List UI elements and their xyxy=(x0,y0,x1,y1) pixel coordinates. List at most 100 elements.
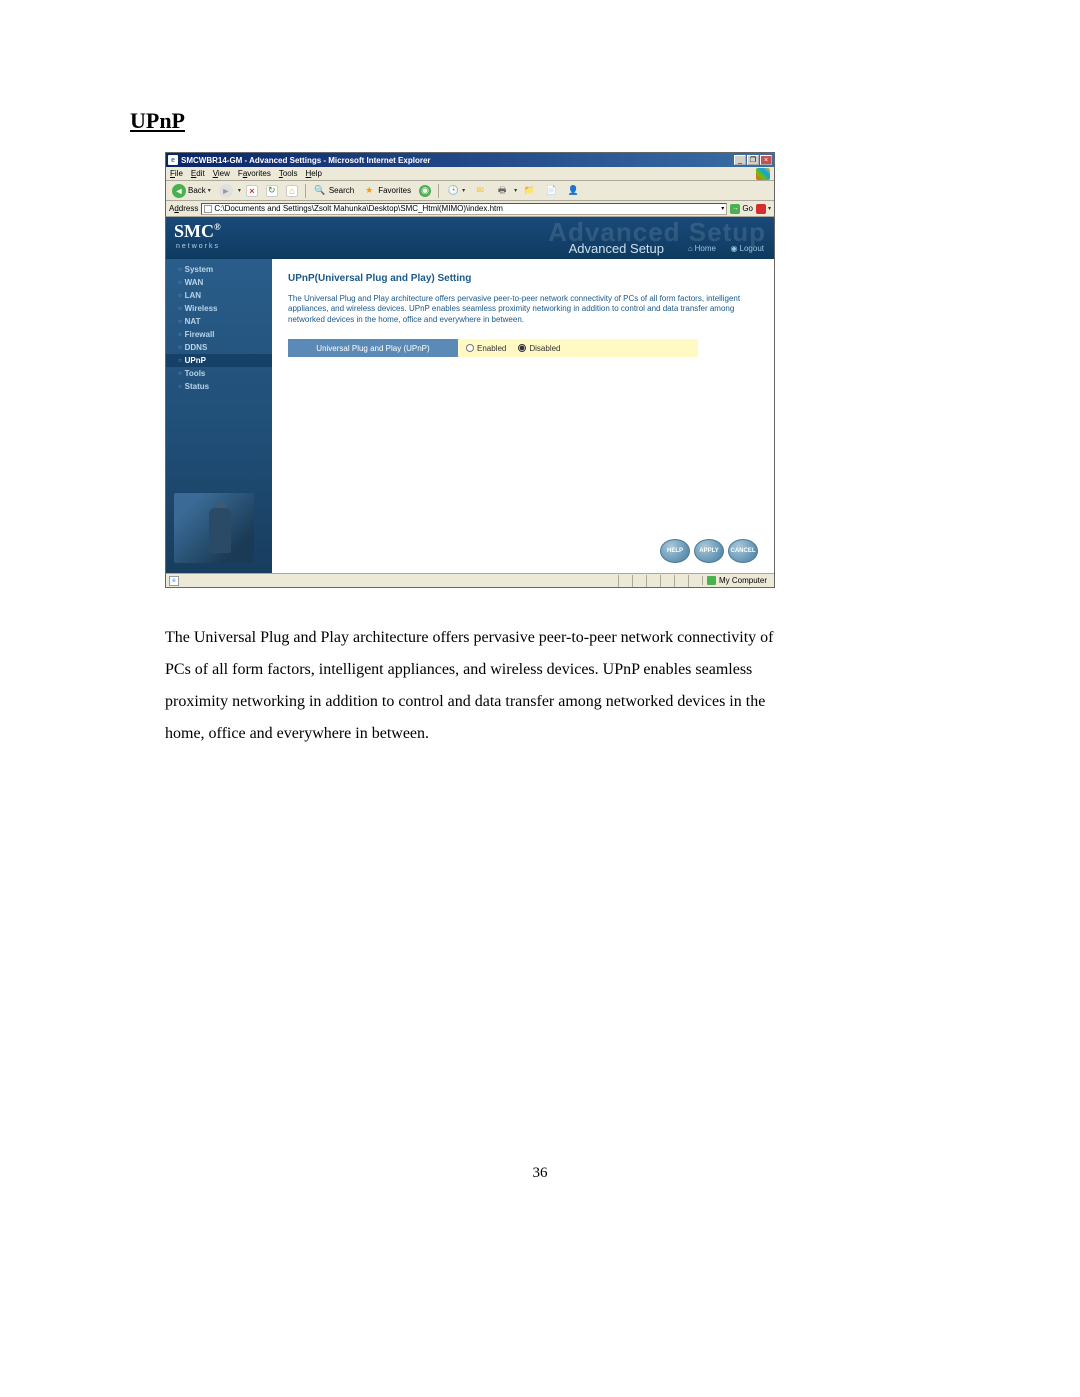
done-icon: e xyxy=(169,576,179,586)
smc-logo: SMC® xyxy=(174,221,221,242)
mail-button[interactable]: ✉ xyxy=(470,183,490,199)
media-button[interactable]: ◉ xyxy=(416,184,434,198)
menu-bar: File Edit View Favorites Tools Help xyxy=(166,167,774,181)
panel-title: UPnP(Universal Plug and Play) Setting xyxy=(288,273,758,284)
forward-icon: ► xyxy=(219,184,233,198)
sidebar-item-status[interactable]: ○Status xyxy=(166,380,272,393)
bullet-icon: ○ xyxy=(178,358,182,364)
status-cells xyxy=(618,575,702,587)
disabled-radio[interactable] xyxy=(518,344,526,352)
messenger-icon: 👤 xyxy=(566,184,580,198)
window-title: SMCWBR14-GM - Advanced Settings - Micros… xyxy=(181,156,734,165)
star-icon: ★ xyxy=(362,184,376,198)
search-button[interactable]: 🔍Search xyxy=(310,183,357,199)
print-dropdown[interactable]: ▾ xyxy=(514,187,517,194)
help-button[interactable]: HELP xyxy=(660,539,690,563)
menu-help[interactable]: Help xyxy=(306,169,322,178)
stop-button[interactable]: × xyxy=(243,184,261,198)
brand-subtext: Networks xyxy=(176,243,220,250)
menu-file[interactable]: File xyxy=(170,169,183,178)
bullet-icon: ○ xyxy=(178,293,182,299)
apply-button[interactable]: APPLY xyxy=(694,539,724,563)
bullet-icon: ○ xyxy=(178,280,182,286)
messenger-button[interactable]: 👤 xyxy=(563,183,583,199)
ie-icon: e xyxy=(168,155,178,165)
history-button[interactable]: 🕒▾ xyxy=(443,183,468,199)
sidebar-item-wireless[interactable]: ○Wireless xyxy=(166,302,272,315)
toolbar-separator xyxy=(438,184,439,198)
links-icon xyxy=(756,204,766,214)
logout-icon: ◉ xyxy=(731,244,738,253)
home-button[interactable]: ⌂ xyxy=(283,184,301,198)
discuss-icon: 📄 xyxy=(544,184,558,198)
refresh-button[interactable]: ↻ xyxy=(263,184,281,198)
address-input[interactable]: C:\Documents and Settings\Zsolt Mahunka\… xyxy=(201,203,727,215)
print-icon: 🖶 xyxy=(495,184,509,198)
windows-flag-icon xyxy=(756,168,770,180)
menu-tools[interactable]: Tools xyxy=(279,169,298,178)
close-button[interactable]: × xyxy=(760,155,772,165)
sidebar-item-firewall[interactable]: ○Firewall xyxy=(166,328,272,341)
sidebar-item-ddns[interactable]: ○DDNS xyxy=(166,341,272,354)
favorites-button[interactable]: ★Favorites xyxy=(359,183,414,199)
folder-icon: 📁 xyxy=(522,184,536,198)
bullet-icon: ○ xyxy=(178,345,182,351)
bullet-icon: ○ xyxy=(178,371,182,377)
sidebar-decorative-image xyxy=(174,493,254,563)
links-button[interactable]: ▾ xyxy=(756,204,771,214)
sidebar-item-lan[interactable]: ○LAN xyxy=(166,289,272,302)
address-bar: Address C:\Documents and Settings\Zsolt … xyxy=(166,201,774,217)
sidebar-item-tools[interactable]: ○Tools xyxy=(166,367,272,380)
address-text: C:\Documents and Settings\Zsolt Mahunka\… xyxy=(214,204,719,213)
setting-value: Enabled Disabled xyxy=(458,339,698,357)
window-title-bar: e SMCWBR14-GM - Advanced Settings - Micr… xyxy=(166,153,774,167)
print-button[interactable]: 🖶 xyxy=(492,183,512,199)
address-label: Address xyxy=(169,204,198,213)
web-content: SMC® Networks Advanced Setup Advanced Se… xyxy=(166,217,774,573)
search-icon: 🔍 xyxy=(313,184,327,198)
refresh-icon: ↻ xyxy=(266,185,278,197)
status-bar: e My Computer xyxy=(166,573,774,587)
sidebar-item-wan[interactable]: ○WAN xyxy=(166,276,272,289)
cancel-button[interactable]: CANCEL xyxy=(728,539,758,563)
enabled-radio-label[interactable]: Enabled xyxy=(466,344,506,353)
forward-button[interactable]: ► xyxy=(216,183,236,199)
page-number: 36 xyxy=(533,1165,548,1182)
go-button[interactable]: →Go xyxy=(730,204,753,214)
main-panel: UPnP(Universal Plug and Play) Setting Th… xyxy=(272,259,774,573)
bullet-icon: ○ xyxy=(178,384,182,390)
bullet-icon: ○ xyxy=(178,319,182,325)
document-body-text: The Universal Plug and Play architecture… xyxy=(165,622,785,750)
menu-view[interactable]: View xyxy=(213,169,230,178)
mail-icon: ✉ xyxy=(473,184,487,198)
logout-link[interactable]: ◉Logout xyxy=(731,244,764,253)
menu-favorites[interactable]: Favorites xyxy=(238,169,271,178)
address-dropdown-icon[interactable]: ▾ xyxy=(721,205,724,212)
discuss-button[interactable]: 📄 xyxy=(541,183,561,199)
maximize-button[interactable]: ❐ xyxy=(747,155,759,165)
back-button[interactable]: ◄Back▾ xyxy=(169,183,214,199)
bullet-icon: ○ xyxy=(178,306,182,312)
history-icon: 🕒 xyxy=(446,184,460,198)
go-icon: → xyxy=(730,204,740,214)
bullet-icon: ○ xyxy=(178,267,182,273)
home-link[interactable]: ⌂Home xyxy=(688,244,716,253)
stop-icon: × xyxy=(246,185,258,197)
my-computer-icon xyxy=(707,576,716,585)
menu-edit[interactable]: Edit xyxy=(191,169,205,178)
back-icon: ◄ xyxy=(172,184,186,198)
forward-dropdown[interactable]: ▾ xyxy=(238,187,241,194)
sidebar-item-upnp[interactable]: ○UPnP xyxy=(166,354,272,367)
sidebar-nav: ○System ○WAN ○LAN ○Wireless ○NAT ○Firewa… xyxy=(166,259,272,573)
panel-description: The Universal Plug and Play architecture… xyxy=(288,294,758,325)
zone-label: My Computer xyxy=(719,576,767,585)
disabled-radio-label[interactable]: Disabled xyxy=(518,344,560,353)
edit-button[interactable]: 📁 xyxy=(519,183,539,199)
security-zone: My Computer xyxy=(702,576,771,585)
minimize-button[interactable]: _ xyxy=(734,155,746,165)
toolbar: ◄Back▾ ► ▾ × ↻ ⌂ 🔍Search ★Favorites ◉ 🕒▾… xyxy=(166,181,774,201)
sidebar-item-nat[interactable]: ○NAT xyxy=(166,315,272,328)
router-header: SMC® Networks Advanced Setup Advanced Se… xyxy=(166,217,774,259)
enabled-radio[interactable] xyxy=(466,344,474,352)
sidebar-item-system[interactable]: ○System xyxy=(166,263,272,276)
